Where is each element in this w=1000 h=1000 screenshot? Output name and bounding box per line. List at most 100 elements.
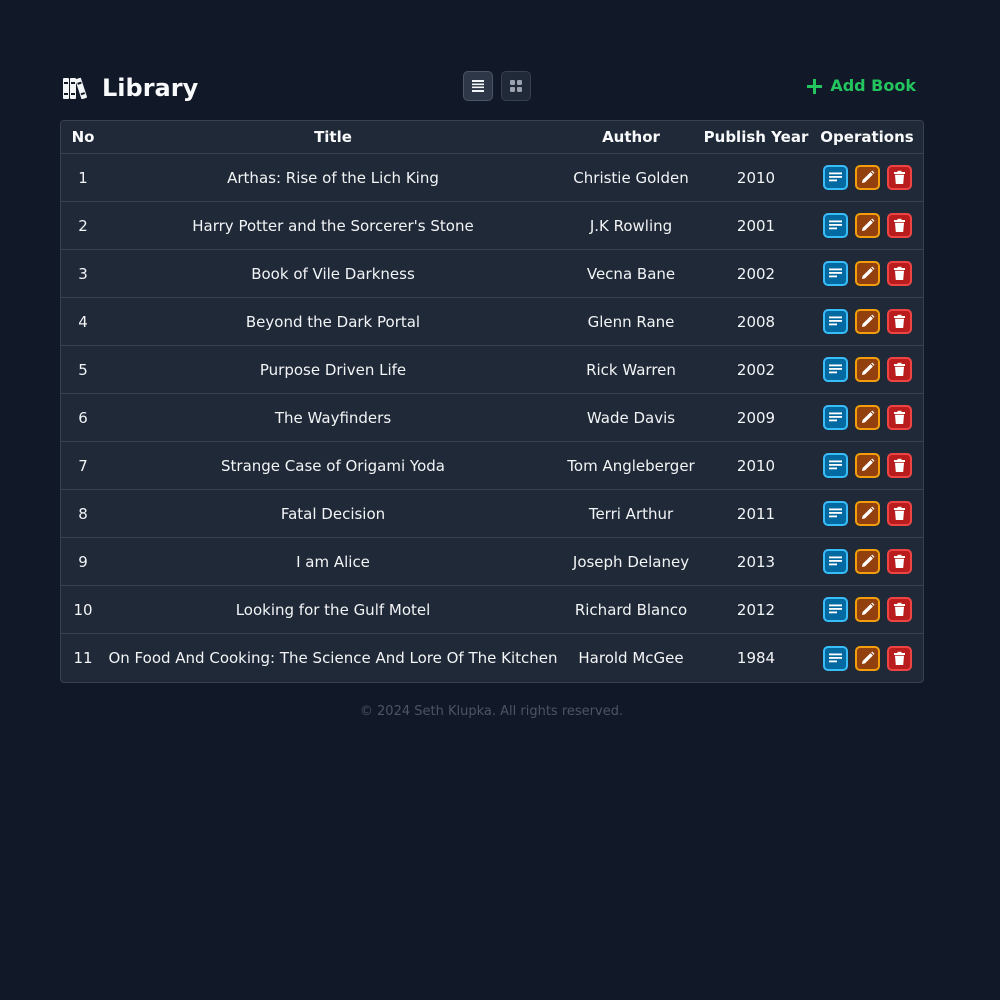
trash-icon (892, 554, 907, 569)
list-view-icon (471, 79, 485, 93)
table-row: 1 Arthas: Rise of the Lich King Christie G… (61, 153, 923, 202)
column-header-operations: Operations (811, 121, 923, 154)
cell-year: 2002 (701, 345, 811, 394)
delete-button[interactable] (886, 501, 912, 526)
cell-author: Wade Davis (561, 393, 701, 442)
trash-icon (892, 266, 907, 281)
delete-button[interactable] (886, 549, 912, 574)
add-book-button[interactable]: Add Book (807, 76, 916, 96)
edit-button[interactable] (854, 165, 880, 190)
row-operations (811, 405, 923, 430)
delete-button[interactable] (886, 357, 912, 382)
cell-no: 5 (61, 345, 105, 394)
delete-button[interactable] (886, 261, 912, 286)
edit-button[interactable] (854, 645, 880, 671)
cell-author: Glenn Rane (561, 297, 701, 346)
pencil-icon (860, 170, 875, 185)
table-row: 8 Fatal Decision Terri Arthur 2011 (61, 489, 923, 538)
details-button[interactable] (822, 549, 848, 574)
delete-button[interactable] (886, 309, 912, 334)
details-button[interactable] (822, 309, 848, 334)
details-button[interactable] (822, 213, 848, 238)
cell-no: 3 (61, 249, 105, 298)
details-button[interactable] (822, 453, 848, 478)
trash-icon (892, 218, 907, 233)
delete-button[interactable] (886, 453, 912, 478)
row-operations (811, 453, 923, 478)
details-button[interactable] (822, 261, 848, 286)
row-operations (811, 213, 923, 238)
header: Library Add Book (60, 70, 922, 106)
edit-button[interactable] (854, 501, 880, 526)
cell-operations (811, 249, 923, 298)
pencil-icon (860, 554, 875, 569)
column-header-no: No (61, 121, 105, 154)
delete-button[interactable] (886, 597, 912, 622)
edit-button[interactable] (854, 357, 880, 382)
grid-view-button[interactable] (501, 71, 531, 101)
cell-title: On Food And Cooking: The Science And Lor… (108, 649, 558, 667)
row-operations (811, 501, 923, 526)
trash-icon (892, 602, 907, 617)
cell-year: 1984 (736, 649, 776, 667)
row-operations (811, 261, 923, 286)
edit-button[interactable] (854, 453, 880, 478)
details-button[interactable] (822, 597, 848, 622)
details-button[interactable] (822, 645, 848, 671)
row-operations (811, 645, 923, 671)
cell-year: 2010 (701, 153, 811, 202)
cell-no: 2 (61, 201, 105, 250)
row-operations (811, 309, 923, 334)
table-row: 2 Harry Potter and the Sorcerer's Stone J.… (61, 201, 923, 250)
pencil-icon (860, 410, 875, 425)
column-header-year: Publish Year (701, 121, 811, 154)
cell-title: Looking for the Gulf Motel (105, 585, 561, 634)
table-row: 3 Book of Vile Darkness Vecna Bane 2002 (61, 249, 923, 298)
delete-button[interactable] (886, 405, 912, 430)
details-icon (828, 458, 843, 473)
brand: Library (62, 74, 198, 102)
column-header-author: Author (561, 121, 701, 154)
edit-button[interactable] (854, 405, 880, 430)
cell-year: 2008 (701, 297, 811, 346)
cell-no: 8 (61, 489, 105, 538)
cell-author: Terri Arthur (561, 489, 701, 538)
cell-operations (811, 393, 923, 442)
details-icon (828, 651, 843, 666)
view-toggle (463, 71, 531, 101)
details-icon (828, 314, 843, 329)
details-icon (828, 218, 843, 233)
details-button[interactable] (822, 165, 848, 190)
plus-icon (807, 78, 830, 94)
trash-icon (892, 651, 907, 666)
books-table: No Title Author Publish Year Operations … (60, 120, 924, 683)
pencil-icon (860, 218, 875, 233)
details-button[interactable] (822, 405, 848, 430)
trash-icon (892, 506, 907, 521)
page-title: Library (102, 74, 199, 102)
list-view-button[interactable] (463, 71, 493, 101)
cell-operations (811, 441, 923, 490)
delete-button[interactable] (886, 213, 912, 238)
delete-button[interactable] (886, 645, 912, 671)
cell-no: 4 (61, 297, 105, 346)
delete-button[interactable] (886, 165, 912, 190)
edit-button[interactable] (854, 597, 880, 622)
trash-icon (892, 410, 907, 425)
cell-operations (811, 489, 923, 538)
cell-title: Strange Case of Origami Yoda (105, 441, 561, 490)
cell-title: Book of Vile Darkness (105, 249, 561, 298)
details-icon (828, 410, 843, 425)
edit-button[interactable] (854, 549, 880, 574)
cell-no: 11 (73, 649, 93, 667)
details-icon (828, 506, 843, 521)
edit-button[interactable] (854, 213, 880, 238)
cell-operations (811, 345, 923, 394)
edit-button[interactable] (854, 309, 880, 334)
details-button[interactable] (822, 501, 848, 526)
edit-button[interactable] (854, 261, 880, 286)
pencil-icon (860, 602, 875, 617)
cell-year: 2013 (701, 537, 811, 586)
details-button[interactable] (822, 357, 848, 382)
table-row: 7 Strange Case of Origami Yoda Tom Anglebe… (61, 441, 923, 490)
